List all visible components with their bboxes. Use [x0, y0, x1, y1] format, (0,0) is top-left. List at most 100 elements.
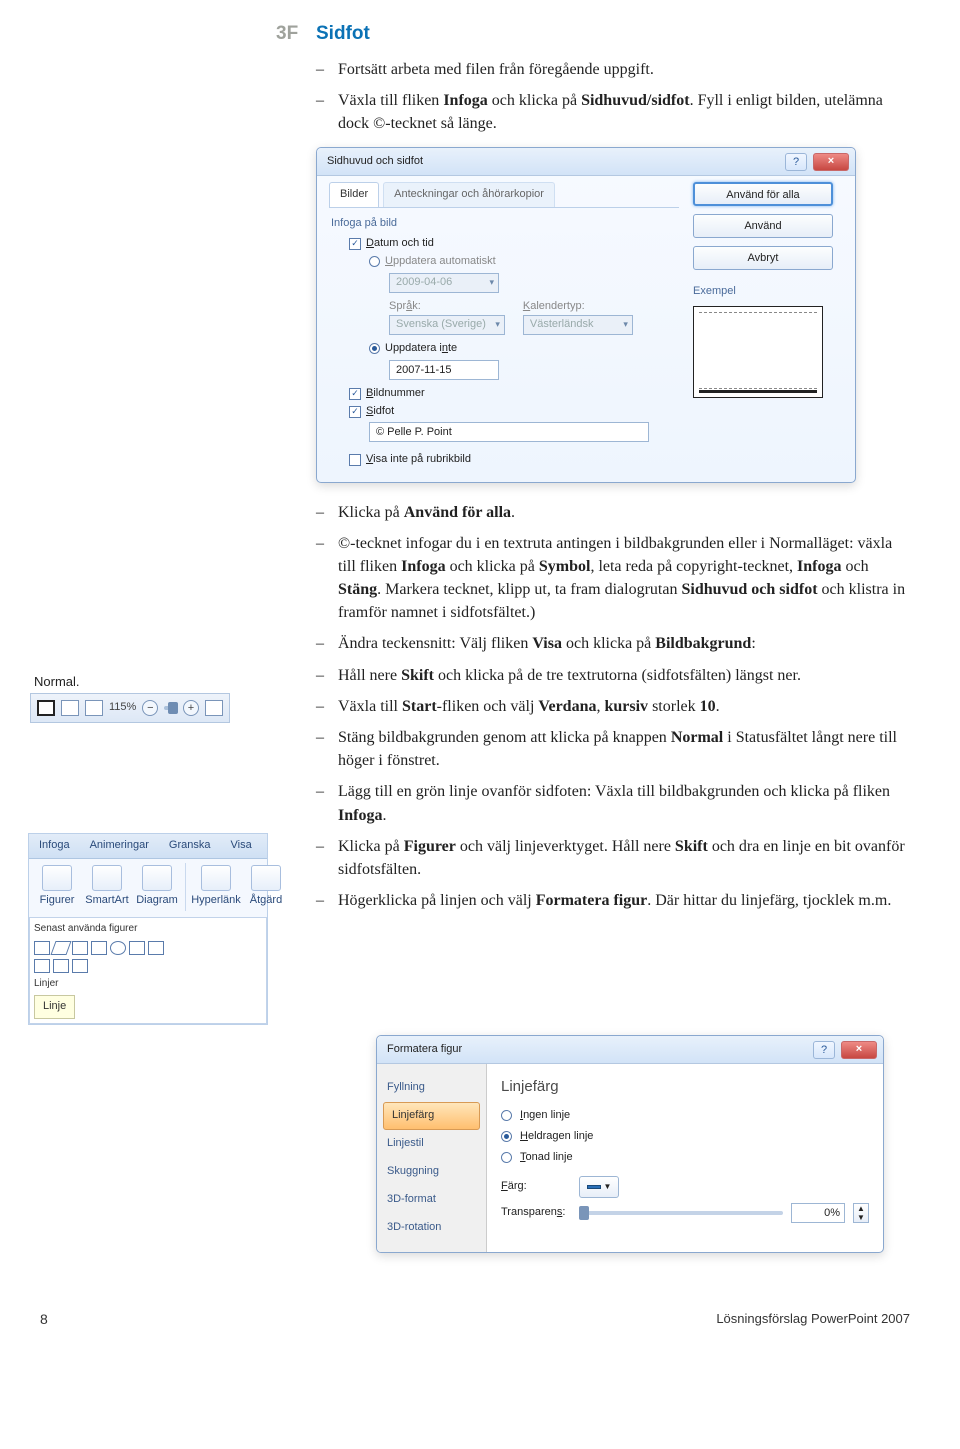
radio-uppdatera-auto[interactable] — [369, 256, 380, 267]
cat-skuggning[interactable]: Skuggning — [377, 1158, 486, 1186]
close-button[interactable]: × — [841, 1041, 877, 1059]
cancel-button[interactable]: Avbryt — [693, 246, 833, 270]
shape-star-icon[interactable] — [53, 959, 69, 973]
shapes-gallery: Senast använda figurer — [29, 917, 267, 1024]
body-item-9: – Högerklicka på linjen och välj Formate… — [316, 889, 910, 912]
header-footer-dialog: Sidhuvud och sidfot ? × Bilder Antecknin… — [316, 147, 856, 482]
view-sorter-icon[interactable] — [61, 700, 79, 716]
label-bildnummer: Bildnummer — [366, 386, 425, 402]
label-uppdatera-auto: Uppdatera automatiskt — [385, 254, 496, 270]
shape-arrowblock-icon[interactable] — [129, 941, 145, 955]
cat-3d-rotation[interactable]: 3D-rotation — [377, 1214, 486, 1242]
shape-line-icon[interactable] — [50, 941, 71, 955]
shape-brace-icon[interactable] — [34, 959, 50, 973]
transparency-slider[interactable] — [579, 1211, 783, 1215]
checkbox-sidfot[interactable]: ✓ — [349, 406, 361, 418]
combo-sprak[interactable]: Svenska (Sverige) — [389, 315, 505, 335]
page-footer: 8 Lösningsförslag PowerPoint 2007 — [0, 1303, 960, 1343]
zoom-slider[interactable] — [164, 706, 177, 710]
callout-normal: Normal. — [34, 673, 80, 692]
view-slideshow-icon[interactable] — [85, 700, 103, 716]
checkbox-datum-tid[interactable]: ✓ — [349, 238, 361, 250]
statusbar-screenshot: 115% − + — [30, 693, 230, 723]
close-button[interactable]: × — [813, 153, 849, 171]
tab-anteckningar[interactable]: Anteckningar och åhörarkopior — [383, 182, 555, 207]
radio-ingen-linje[interactable] — [501, 1110, 512, 1121]
combo-date-auto[interactable]: 2009-04-06 — [389, 273, 499, 293]
ribbon-btn-smartart[interactable]: SmartArt — [83, 863, 131, 911]
radio-uppdatera-inte[interactable] — [369, 343, 380, 354]
label-sidfot: Sidfot — [366, 404, 394, 420]
ribbon-btn-diagram[interactable]: Diagram — [133, 863, 181, 911]
help-button[interactable]: ? — [785, 153, 807, 171]
label-heldragen: Heldragen linje — [520, 1129, 593, 1145]
checkbox-bildnummer[interactable]: ✓ — [349, 388, 361, 400]
shape-textbox-icon[interactable] — [34, 941, 50, 955]
fit-window-icon[interactable] — [205, 700, 223, 716]
tab-bilder[interactable]: Bilder — [329, 182, 379, 207]
exempel-label: Exempel — [693, 284, 843, 300]
label-transparens: Transparens: — [501, 1205, 571, 1221]
apply-button[interactable]: Använd — [693, 214, 833, 238]
cat-linjestil[interactable]: Linjestil — [377, 1130, 486, 1158]
radio-heldragen[interactable] — [501, 1131, 512, 1142]
smartart-icon — [92, 865, 122, 891]
body-item-2: – ©-tecknet infogar du i en textruta ant… — [316, 532, 910, 625]
gallery-title: Senast använda figurer — [34, 922, 262, 937]
label-kalendertyp: Kalendertyp: — [523, 299, 633, 315]
help-button[interactable]: ? — [813, 1041, 835, 1059]
shape-roundrect-icon[interactable] — [148, 941, 164, 955]
ribbon-btn-atgard[interactable]: Åtgärd — [242, 863, 290, 911]
cat-fyllning[interactable]: Fyllning — [377, 1074, 486, 1102]
footer-credit: Lösningsförslag PowerPoint 2007 — [716, 1310, 910, 1329]
combo-kalendertyp[interactable]: Västerländsk — [523, 315, 633, 335]
dialog-title: Sidhuvud och sidfot — [327, 154, 785, 170]
zoom-in-button[interactable]: + — [183, 700, 199, 716]
ribbon-screenshot: Infoga Animeringar Granska Visa Figurer … — [28, 833, 268, 1025]
shape-connector-icon[interactable] — [72, 959, 88, 973]
ribbon-tab-granska[interactable]: Granska — [159, 834, 221, 858]
zoom-out-button[interactable]: − — [142, 700, 158, 716]
apply-all-button[interactable]: Använd för alla — [693, 182, 833, 206]
format-dialog-title: Formatera figur — [387, 1042, 813, 1058]
format-category-list: Fyllning Linjefärg Linjestil Skuggning 3… — [377, 1064, 487, 1252]
heading-number: 3F — [276, 20, 316, 48]
pencil-icon — [587, 1185, 601, 1189]
checkbox-rubrikbild[interactable] — [349, 454, 361, 466]
shape-rect-icon[interactable] — [91, 941, 107, 955]
body-item-3: – Ändra teckensnitt: Välj fliken Visa oc… — [316, 632, 910, 655]
label-ingen-linje: Ingen linje — [520, 1108, 570, 1124]
spinner[interactable]: ▲▼ — [853, 1203, 869, 1223]
tooltip-linje: Linje — [34, 995, 75, 1019]
body-item-5: – Växla till Start-fliken och välj Verda… — [316, 695, 910, 718]
shape-oval-icon[interactable] — [110, 941, 126, 955]
ribbon-btn-figurer[interactable]: Figurer — [33, 863, 81, 911]
page-number: 8 — [40, 1309, 48, 1329]
shapes-icon — [42, 865, 72, 891]
group-infoga: Infoga på bild — [331, 216, 679, 232]
intro-line-1: – Fortsätt arbeta med filen från föregåe… — [316, 58, 910, 81]
chart-icon — [142, 865, 172, 891]
transparency-value[interactable]: 0% — [791, 1203, 845, 1223]
panel-heading: Linjefärg — [501, 1076, 869, 1098]
textbox-sidfot[interactable]: © Pelle P. Point — [369, 422, 649, 442]
body-item-8: – Klicka på Figurer och välj linjeverkty… — [316, 835, 910, 881]
radio-tonad[interactable] — [501, 1152, 512, 1163]
view-normal-icon[interactable] — [37, 700, 55, 716]
section-heading: 3F Sidfot — [276, 20, 910, 48]
cat-3d-format[interactable]: 3D-format — [377, 1186, 486, 1214]
cat-linjefarg[interactable]: Linjefärg — [383, 1102, 480, 1130]
heading-title: Sidfot — [316, 20, 370, 48]
label-uppdatera-inte: Uppdatera inte — [385, 341, 457, 357]
shape-arrow-icon[interactable] — [72, 941, 88, 955]
hyperlink-icon — [201, 865, 231, 891]
color-picker-button[interactable]: ▼ — [579, 1176, 619, 1198]
ribbon-tab-visa[interactable]: Visa — [220, 834, 261, 858]
body-item-6: – Stäng bildbakgrunden genom att klicka … — [316, 726, 910, 772]
body-item-4: – Håll nere Skift och klicka på de tre t… — [316, 664, 910, 687]
ribbon-tab-infoga[interactable]: Infoga — [29, 834, 80, 858]
ribbon-tab-animeringar[interactable]: Animeringar — [80, 834, 159, 858]
ribbon-btn-hyperlank[interactable]: Hyperlänk — [192, 863, 240, 911]
label-datum-tid: DDatum och tidatum och tid — [366, 236, 434, 252]
textbox-date-fixed[interactable]: 2007-11-15 — [389, 360, 499, 380]
